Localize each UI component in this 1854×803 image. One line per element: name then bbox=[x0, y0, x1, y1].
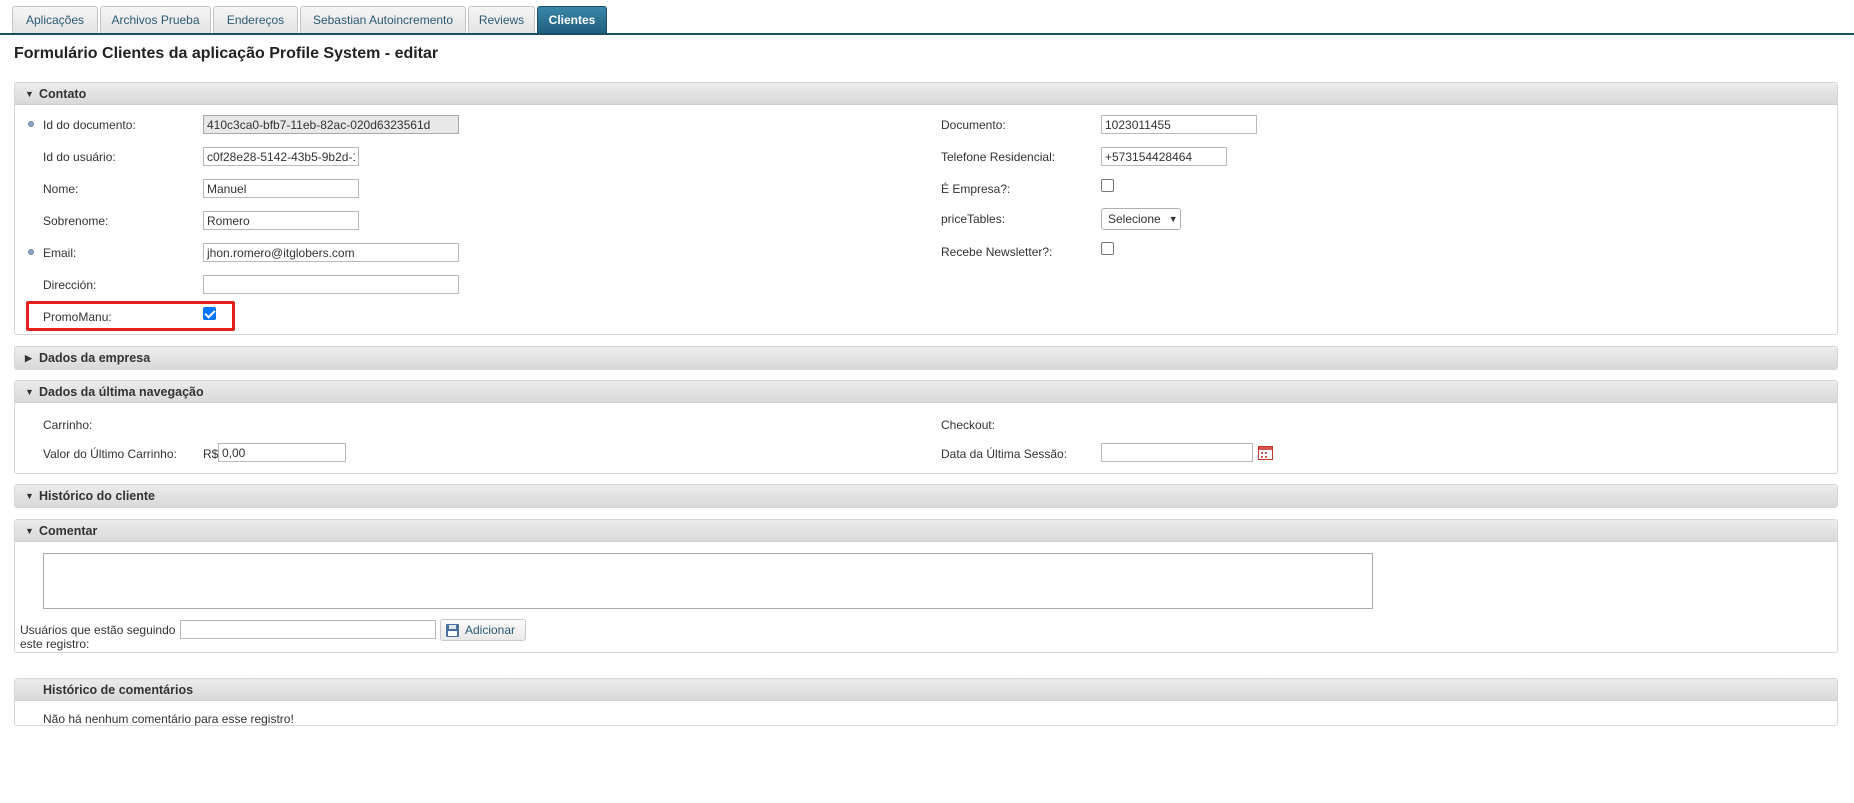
ultima-navegacao-header[interactable]: ▼ Dados da última navegação bbox=[15, 381, 1837, 403]
sobrenome-field[interactable] bbox=[203, 211, 359, 230]
email-field[interactable] bbox=[203, 243, 459, 262]
checkout-label: Checkout: bbox=[941, 418, 996, 432]
tab-sebastian-autoincremento[interactable]: Sebastian Autoincremento bbox=[300, 6, 466, 33]
followers-label-line2: este registro: bbox=[20, 637, 90, 651]
tab-archivos-prueba[interactable]: Archivos Prueba bbox=[100, 6, 211, 33]
caret-down-icon: ▼ bbox=[25, 491, 34, 501]
followers-input[interactable] bbox=[180, 620, 436, 639]
telefone-field[interactable] bbox=[1101, 147, 1227, 166]
currency-prefix: R$ bbox=[203, 447, 219, 461]
contato-header-label: Contato bbox=[39, 86, 87, 101]
comentar-header[interactable]: ▼ Comentar bbox=[15, 520, 1837, 542]
newsletter-checkbox[interactable] bbox=[1101, 242, 1114, 255]
documento-label: Documento: bbox=[941, 118, 1006, 132]
tab-reviews[interactable]: Reviews bbox=[468, 6, 535, 33]
dados-empresa-header-label: Dados da empresa bbox=[39, 351, 151, 365]
email-label: Email: bbox=[43, 246, 77, 260]
tab-bar: Aplicações Archivos Prueba Endereços Seb… bbox=[0, 0, 1854, 35]
price-tables-label: priceTables: bbox=[941, 212, 1006, 226]
nome-field[interactable] bbox=[203, 179, 359, 198]
caret-right-icon: ▶ bbox=[25, 352, 32, 363]
tab-clientes[interactable]: Clientes bbox=[537, 6, 607, 33]
e-empresa-checkbox[interactable] bbox=[1101, 179, 1114, 192]
nome-label: Nome: bbox=[43, 182, 79, 196]
id-usuario-label: Id do usuário: bbox=[43, 150, 116, 164]
add-button-label: Adicionar bbox=[465, 623, 516, 637]
historico-cliente-panel: ▼ Histórico do cliente bbox=[14, 484, 1838, 508]
calendar-icon[interactable] bbox=[1258, 446, 1273, 460]
carrinho-label: Carrinho: bbox=[43, 418, 93, 432]
followers-label-line1: Usuários que estão seguindo bbox=[20, 623, 176, 637]
price-tables-selected: Selecione bbox=[1108, 212, 1161, 226]
promomanu-checkbox[interactable] bbox=[203, 307, 216, 320]
id-documento-label: Id do documento: bbox=[43, 118, 136, 132]
valor-carrinho-label: Valor do Último Carrinho: bbox=[43, 447, 177, 461]
dados-empresa-header[interactable]: ▶ Dados da empresa bbox=[15, 347, 1837, 369]
valor-carrinho-field[interactable] bbox=[218, 443, 346, 462]
historico-comentarios-header-label: Histórico de comentários bbox=[43, 682, 194, 697]
data-sessao-field[interactable] bbox=[1101, 443, 1253, 462]
e-empresa-label: É Empresa?: bbox=[941, 182, 1011, 196]
id-documento-field[interactable] bbox=[203, 115, 459, 134]
tab-enderecos[interactable]: Endereços bbox=[213, 6, 298, 33]
add-follower-button[interactable]: Adicionar bbox=[440, 619, 526, 641]
no-comments-text: Não há nenhum comentário para esse regis… bbox=[43, 712, 294, 726]
comentar-header-label: Comentar bbox=[39, 523, 98, 538]
ultima-navegacao-header-label: Dados da última navegação bbox=[39, 384, 204, 399]
id-usuario-field[interactable] bbox=[203, 147, 359, 166]
caret-down-icon: ▼ bbox=[25, 525, 34, 536]
caret-down-icon: ▼ bbox=[25, 386, 34, 397]
direccion-field[interactable] bbox=[203, 275, 459, 294]
newsletter-label: Recebe Newsletter?: bbox=[941, 245, 1053, 259]
tab-aplicacoes[interactable]: Aplicações bbox=[12, 6, 98, 33]
price-tables-select[interactable]: Selecione ▼ bbox=[1101, 208, 1181, 230]
comment-textarea[interactable] bbox=[43, 553, 1373, 609]
data-sessao-label: Data da Última Sessão: bbox=[941, 447, 1068, 461]
dados-empresa-panel: ▶ Dados da empresa bbox=[14, 346, 1838, 370]
required-icon bbox=[28, 121, 34, 127]
contato-header[interactable]: ▼ Contato bbox=[15, 83, 1837, 105]
historico-comentarios-header: Histórico de comentários bbox=[15, 679, 1837, 701]
page-title: Formulário Clientes da aplicação Profile… bbox=[14, 45, 439, 62]
promomanu-label: PromoManu: bbox=[43, 310, 112, 324]
historico-cliente-header-label: Histórico do cliente bbox=[39, 489, 155, 503]
caret-down-icon: ▼ bbox=[25, 88, 34, 99]
sobrenome-label: Sobrenome: bbox=[43, 214, 109, 228]
documento-field[interactable] bbox=[1101, 115, 1257, 134]
chevron-down-icon: ▼ bbox=[1168, 214, 1178, 224]
required-icon bbox=[28, 249, 34, 255]
direccion-label: Dirección: bbox=[43, 278, 97, 292]
historico-cliente-header[interactable]: ▼ Histórico do cliente bbox=[15, 485, 1837, 507]
save-icon bbox=[446, 623, 459, 637]
telefone-label: Telefone Residencial: bbox=[941, 150, 1056, 164]
